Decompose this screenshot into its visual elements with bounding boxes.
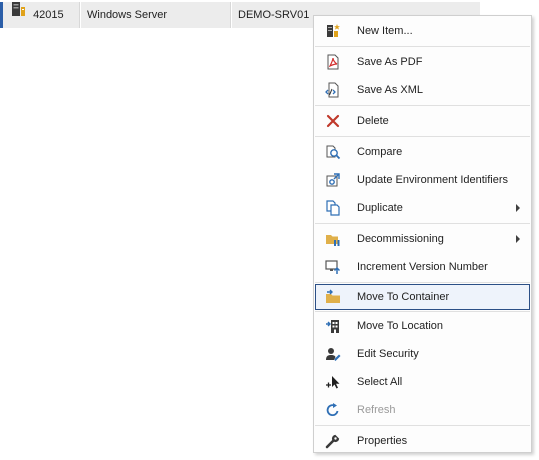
- menu-separator: [315, 223, 530, 224]
- xml-icon: [325, 82, 341, 98]
- menu-item-refresh: Refresh: [315, 397, 530, 423]
- menu-item-select-all[interactable]: Select All: [315, 369, 530, 395]
- move-to-container-icon: [325, 289, 341, 305]
- menu-item-save-as-xml[interactable]: Save As XML: [315, 77, 530, 103]
- menu-item-label: Increment Version Number: [357, 261, 488, 273]
- menu-item-label: Compare: [357, 146, 403, 158]
- menu-item-label: Refresh: [357, 404, 396, 416]
- refresh-icon: [325, 402, 341, 418]
- menu-item-compare[interactable]: Compare: [315, 139, 530, 165]
- menu-item-label: Select All: [357, 376, 403, 388]
- menu-item-delete[interactable]: Delete: [315, 108, 530, 134]
- id-cell[interactable]: 42015: [3, 2, 80, 28]
- context-menu: New Item... Save As PDF Save As XML Dele…: [313, 15, 532, 453]
- increment-version-icon: [325, 259, 341, 275]
- menu-separator: [315, 311, 530, 312]
- menu-item-move-to-location[interactable]: Move To Location: [315, 313, 530, 339]
- menu-separator: [315, 105, 530, 106]
- id-text: 42015: [33, 9, 64, 21]
- menu-item-label: Move To Container: [357, 291, 450, 303]
- menu-separator: [315, 136, 530, 137]
- submenu-arrow-icon: [516, 204, 520, 212]
- menu-item-label: Edit Security: [357, 348, 419, 360]
- menu-item-edit-security[interactable]: Edit Security: [315, 341, 530, 367]
- type-cell[interactable]: Windows Server: [81, 2, 231, 28]
- update-identifiers-icon: [325, 172, 341, 188]
- menu-separator: [315, 46, 530, 47]
- edit-security-icon: [325, 346, 341, 362]
- menu-item-duplicate[interactable]: Duplicate: [315, 195, 530, 221]
- select-all-icon: [325, 374, 341, 390]
- menu-item-new-item[interactable]: New Item...: [315, 18, 530, 44]
- submenu-arrow-icon: [516, 235, 520, 243]
- move-to-location-icon: [325, 318, 341, 334]
- duplicate-icon: [325, 200, 341, 216]
- decommissioning-icon: [325, 231, 341, 247]
- menu-item-label: Update Environment Identifiers: [357, 174, 509, 186]
- menu-item-label: New Item...: [357, 25, 413, 37]
- menu-item-decommissioning[interactable]: Decommissioning: [315, 226, 530, 252]
- menu-item-label: Duplicate: [357, 202, 403, 214]
- menu-item-label: Save As XML: [357, 84, 424, 96]
- menu-item-update-environment-identifiers[interactable]: Update Environment Identifiers: [315, 167, 530, 193]
- menu-item-properties[interactable]: Properties: [315, 428, 530, 454]
- menu-item-label: Decommissioning: [357, 233, 444, 245]
- delete-icon: [325, 113, 341, 129]
- menu-item-label: Properties: [357, 435, 408, 447]
- pdf-icon: [325, 54, 341, 70]
- menu-item-save-as-pdf[interactable]: Save As PDF: [315, 49, 530, 75]
- menu-item-label: Delete: [357, 115, 389, 127]
- menu-item-label: Move To Location: [357, 320, 444, 332]
- menu-item-label: Save As PDF: [357, 56, 423, 68]
- server-icon: [10, 1, 26, 27]
- menu-item-increment-version-number[interactable]: Increment Version Number: [315, 254, 530, 280]
- menu-separator: [315, 425, 530, 426]
- compare-icon: [325, 144, 341, 160]
- menu-item-move-to-container[interactable]: Move To Container: [315, 284, 530, 310]
- new-item-icon: [325, 23, 341, 39]
- properties-icon: [325, 433, 341, 449]
- menu-separator: [315, 282, 530, 283]
